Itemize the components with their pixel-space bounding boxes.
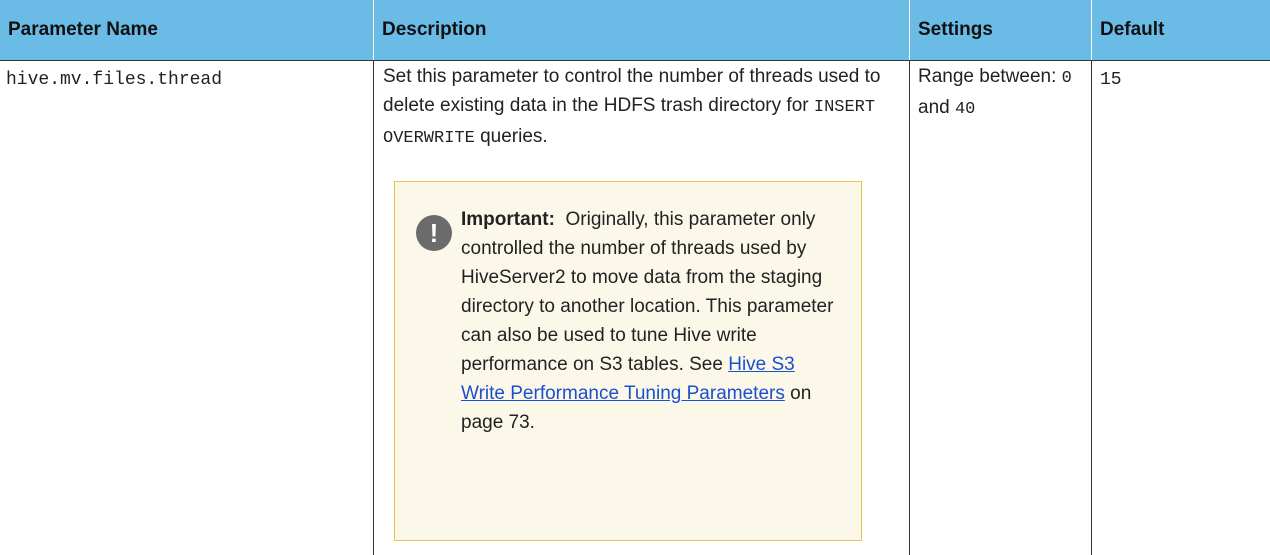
column-divider xyxy=(909,61,910,555)
settings-min: 0 xyxy=(1061,69,1072,88)
settings-prefix: Range between: xyxy=(918,66,1062,87)
note-body: Originally, this parameter only controll… xyxy=(461,209,834,375)
column-divider xyxy=(1091,61,1092,555)
settings-max: 40 xyxy=(954,100,976,119)
header-divider xyxy=(0,60,1270,61)
header-description: Description xyxy=(374,0,909,60)
settings-and: and xyxy=(918,97,955,118)
header-settings-label: Settings xyxy=(918,19,993,40)
description-text: Set this parameter to control the number… xyxy=(383,66,881,116)
default-value-cell: 15 xyxy=(1100,70,1122,90)
header-default-label: Default xyxy=(1100,19,1165,40)
description-text-end: queries. xyxy=(474,126,548,147)
column-divider xyxy=(373,61,374,555)
note-label: Important: xyxy=(461,209,555,230)
note-text: Important: Originally, this parameter on… xyxy=(461,205,841,437)
settings-cell: Range between: 0 and 40 xyxy=(918,62,1090,124)
header-parameter-name: Parameter Name xyxy=(0,0,373,60)
parameter-name-cell: hive.mv.files.thread xyxy=(6,70,223,90)
header-description-label: Description xyxy=(382,19,487,40)
important-note: ! Important: Originally, this parameter … xyxy=(394,181,862,541)
header-default: Default xyxy=(1092,0,1270,60)
description-cell: Set this parameter to control the number… xyxy=(383,62,908,153)
exclamation-icon: ! xyxy=(416,215,452,251)
header-parameter-name-label: Parameter Name xyxy=(8,19,158,40)
header-settings: Settings xyxy=(910,0,1091,60)
